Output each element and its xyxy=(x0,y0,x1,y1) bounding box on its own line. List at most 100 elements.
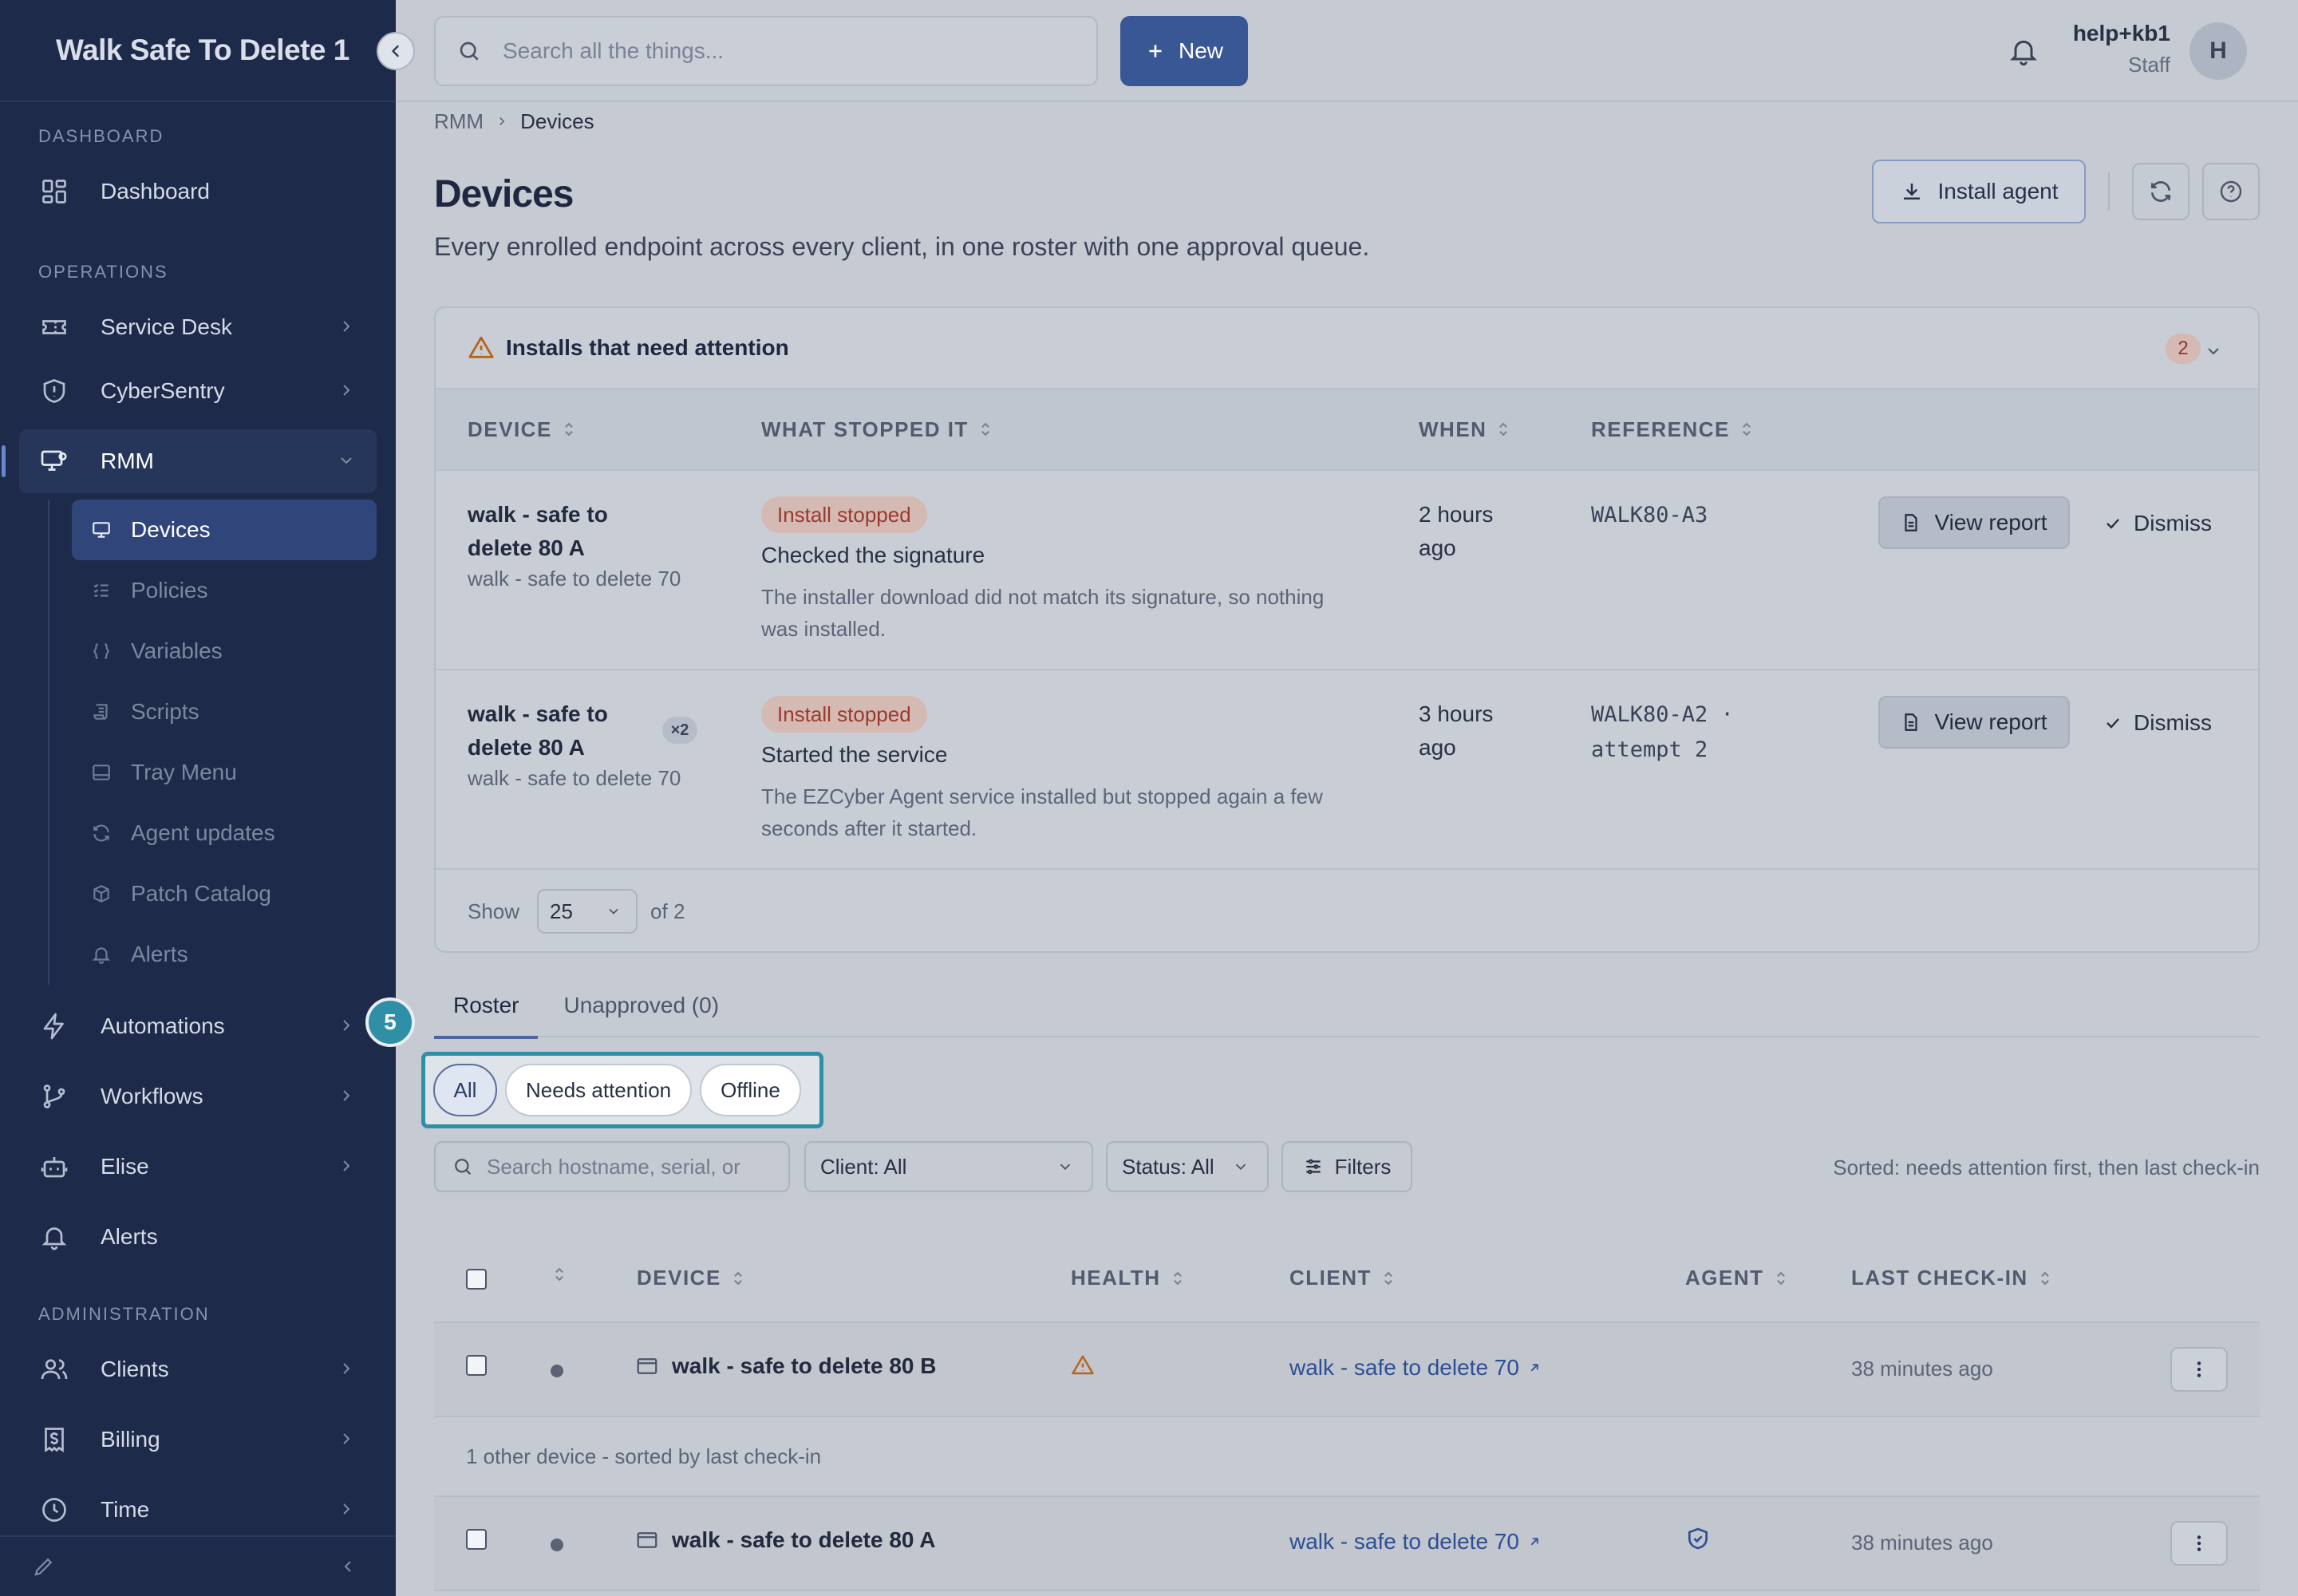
column-agent[interactable]: AGENT xyxy=(1685,1266,1788,1290)
failure-description: The installer download did not match its… xyxy=(761,585,1325,641)
table-row[interactable]: walk - safe to delete 80 B walk - safe t… xyxy=(434,1323,2260,1417)
new-button-label: New xyxy=(1178,38,1223,63)
row-actions-button[interactable] xyxy=(2170,1347,2228,1392)
sidebar-subitem-scripts[interactable]: Scripts xyxy=(72,681,377,742)
help-button[interactable] xyxy=(2202,163,2260,220)
failed-step: Checked the signature xyxy=(761,543,985,567)
page-total: of 2 xyxy=(650,899,685,923)
sidebar-item-cybersentry[interactable]: CyberSentry xyxy=(19,359,377,423)
segment-offline[interactable]: Offline xyxy=(700,1064,801,1116)
column-health[interactable]: HEALTH xyxy=(1071,1266,1185,1290)
device-cell[interactable]: walk - safe to delete 80 A xyxy=(635,1527,935,1553)
column-status-dot[interactable] xyxy=(552,1266,567,1283)
table-row[interactable]: walk - safe to delete 80 A walk - safe t… xyxy=(434,1497,2260,1591)
sidebar-subitem-tray-menu[interactable]: Tray Menu xyxy=(72,742,377,803)
chevron-right-icon xyxy=(343,1433,350,1444)
segment-all[interactable]: All xyxy=(433,1064,497,1116)
sort-icon xyxy=(564,422,573,437)
roster-segment-filter: All Needs attention Offline xyxy=(421,1052,823,1128)
chevron-left-icon[interactable] xyxy=(338,1557,357,1576)
dismiss-button[interactable]: Dismiss xyxy=(2103,710,2212,736)
column-client[interactable]: CLIENT xyxy=(1289,1266,1396,1290)
segment-needs-attention[interactable]: Needs attention xyxy=(505,1064,693,1116)
sidebar-item-clients[interactable]: Clients xyxy=(19,1337,377,1401)
device-name: walk - safe to delete 80 A xyxy=(672,1527,936,1552)
sidebar-item-label: Dashboard xyxy=(101,179,210,203)
attention-row: walk - safe to delete 80 A ×2 walk - saf… xyxy=(436,670,2258,870)
column-when[interactable]: WHEN xyxy=(1419,417,1510,442)
avatar[interactable]: H xyxy=(2189,22,2247,80)
header-actions: Install agent xyxy=(1872,160,2260,223)
filters-button[interactable]: Filters xyxy=(1281,1141,1412,1192)
sidebar-item-time[interactable]: Time xyxy=(19,1478,377,1542)
refresh-button[interactable] xyxy=(2132,163,2189,220)
global-search-input[interactable]: Search all the things... xyxy=(434,16,1098,86)
chevron-down-icon xyxy=(341,457,352,464)
sidebar-item-workflows[interactable]: Workflows xyxy=(19,1065,377,1128)
select-all-checkbox[interactable] xyxy=(466,1269,487,1290)
view-report-button[interactable]: View report xyxy=(1878,696,2070,749)
install-agent-button[interactable]: Install agent xyxy=(1872,160,2086,223)
sort-icon xyxy=(555,1267,563,1282)
row-actions-button[interactable] xyxy=(2170,1521,2228,1566)
column-what-stopped[interactable]: WHAT STOPPED IT xyxy=(761,417,993,442)
status-filter-select[interactable]: Status: All xyxy=(1106,1141,1269,1192)
sidebar-item-elise[interactable]: Elise xyxy=(19,1135,377,1199)
sidebar-subitem-alerts[interactable]: Alerts xyxy=(72,924,377,985)
page-size-select[interactable]: 25 xyxy=(537,889,638,934)
divider xyxy=(2108,172,2110,211)
tab-roster[interactable]: Roster xyxy=(434,974,539,1039)
pencil-icon[interactable] xyxy=(32,1555,56,1578)
sidebar-item-billing[interactable]: Billing xyxy=(19,1408,377,1472)
dismiss-button[interactable]: Dismiss xyxy=(2103,511,2212,536)
sort-icon xyxy=(1384,1271,1392,1285)
chevron-down-icon[interactable] xyxy=(2204,342,2223,361)
attempt-count-badge: ×2 xyxy=(662,717,697,744)
dismiss-label: Dismiss xyxy=(2134,710,2212,735)
column-device[interactable]: DEVICE xyxy=(468,417,576,442)
sidebar-subitem-patch-catalog[interactable]: Patch Catalog xyxy=(72,863,377,924)
ticket-icon xyxy=(38,311,70,343)
sidebar-subitem-variables[interactable]: Variables xyxy=(72,621,377,681)
sidebar-item-alerts[interactable]: Alerts xyxy=(19,1205,377,1269)
page-size-value: 25 xyxy=(550,899,573,923)
checkbox[interactable] xyxy=(466,1269,487,1290)
row-checkbox[interactable] xyxy=(466,1529,487,1550)
sidebar-subitem-agent-updates[interactable]: Agent updates xyxy=(72,803,377,863)
sidebar-item-rmm[interactable]: RMM xyxy=(2,429,377,493)
column-device[interactable]: DEVICE xyxy=(637,1266,745,1290)
breadcrumb-rmm[interactable]: RMM xyxy=(434,109,484,134)
view-report-button[interactable]: View report xyxy=(1878,496,2070,549)
sort-icon xyxy=(981,422,989,437)
devices-table-header: DEVICE HEALTH CLIENT AGENT LAST CHECK-IN xyxy=(434,1234,2260,1323)
new-button[interactable]: New xyxy=(1120,16,1248,86)
sidebar-subitem-devices[interactable]: Devices xyxy=(72,500,377,560)
device-search-input[interactable]: Search hostname, serial, or xyxy=(434,1141,790,1192)
sidebar-item-dashboard[interactable]: Dashboard xyxy=(19,160,377,223)
sidebar-item-automations[interactable]: Automations xyxy=(19,994,377,1058)
sidebar-item-label: Elise xyxy=(101,1154,149,1179)
client-link[interactable]: walk - safe to delete 70 xyxy=(1289,1355,1542,1381)
sidebar-subitem-label: Agent updates xyxy=(131,820,275,845)
sidebar-subitem-label: Patch Catalog xyxy=(131,881,271,906)
main-content: RMM Devices Devices Every enrolled endpo… xyxy=(365,102,2260,1591)
column-label: WHAT STOPPED IT xyxy=(761,417,969,441)
sidebar-item-service-desk[interactable]: Service Desk xyxy=(19,295,377,359)
attention-header[interactable]: Installs that need attention 2 xyxy=(436,308,2258,388)
column-reference[interactable]: REFERENCE xyxy=(1591,417,1754,442)
client-link[interactable]: walk - safe to delete 70 xyxy=(1289,1529,1542,1555)
notifications-button[interactable] xyxy=(2008,35,2039,67)
tab-unapproved[interactable]: Unapproved (0) xyxy=(544,974,738,1037)
external-link-icon xyxy=(1530,1364,1538,1372)
window-icon xyxy=(637,1358,657,1374)
package-icon xyxy=(91,883,113,905)
receipt-dollar-icon xyxy=(38,1424,70,1456)
column-label: WHEN xyxy=(1419,417,1487,441)
device-cell[interactable]: walk - safe to delete 80 B xyxy=(635,1353,936,1379)
client-filter-select[interactable]: Client: All xyxy=(804,1141,1093,1192)
user-menu[interactable]: help+kb1 Staff xyxy=(2073,21,2170,77)
row-checkbox[interactable] xyxy=(466,1355,487,1376)
column-last-check-in[interactable]: LAST CHECK-IN xyxy=(1851,1266,2052,1290)
attention-count-badge: 2 xyxy=(2166,334,2201,364)
sidebar-subitem-policies[interactable]: Policies xyxy=(72,560,377,621)
